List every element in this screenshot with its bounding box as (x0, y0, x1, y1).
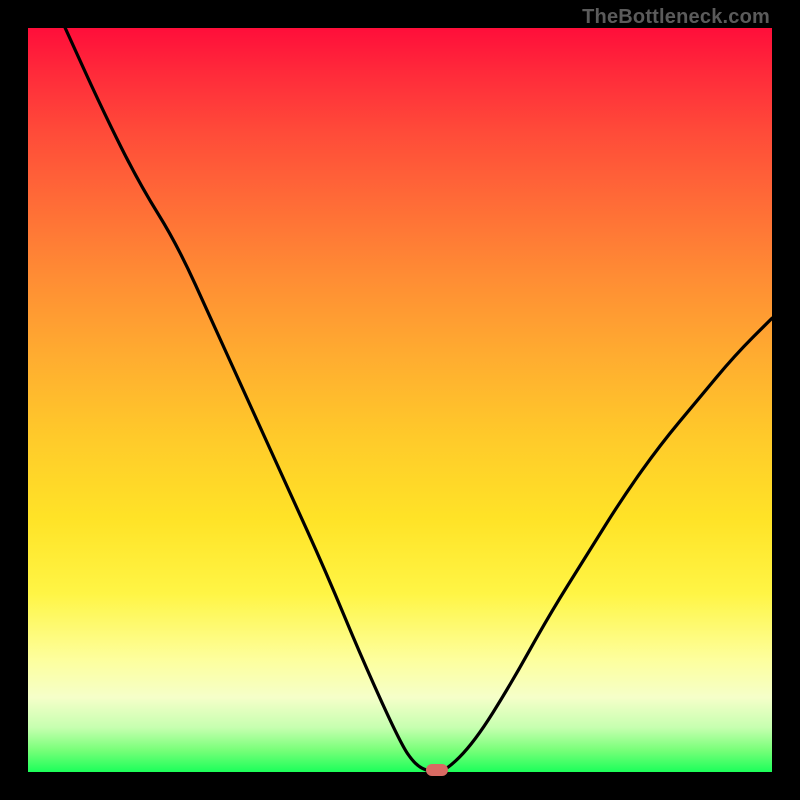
bottleneck-curve (28, 28, 772, 772)
plot-area (28, 28, 772, 772)
watermark-label: TheBottleneck.com (582, 6, 770, 29)
curve-path (65, 28, 772, 772)
chart-frame: TheBottleneck.com (0, 0, 800, 800)
minimum-marker (426, 764, 448, 776)
